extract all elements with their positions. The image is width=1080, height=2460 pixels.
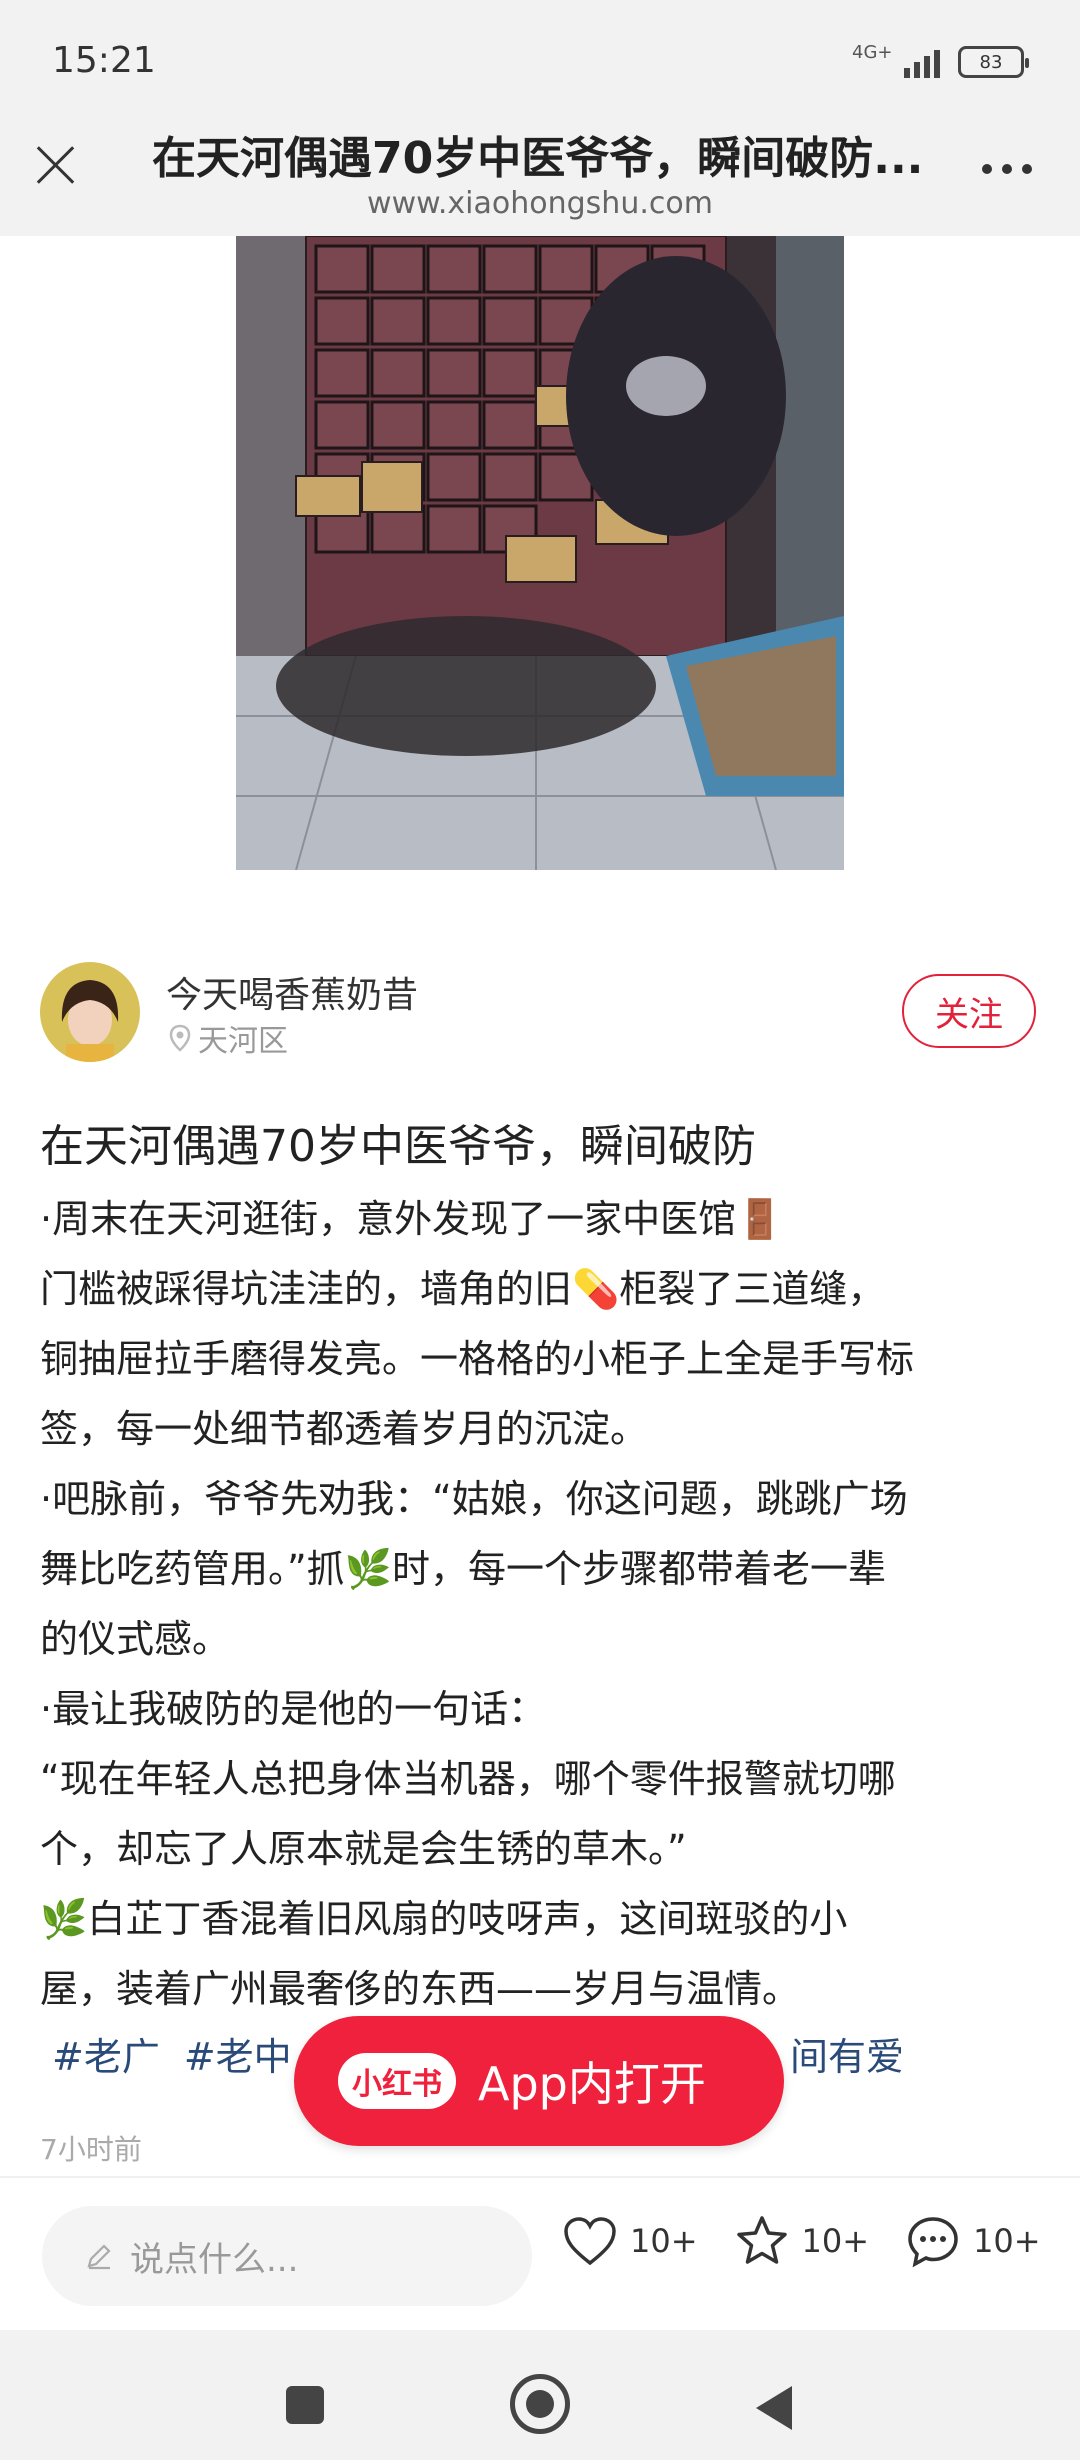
author-location-label: 天河区 — [198, 1024, 288, 1059]
hashtag-list: #老广 #老中 — [52, 2026, 292, 2081]
hashtag[interactable]: 间有爱 — [790, 2026, 904, 2081]
star-icon — [736, 2216, 787, 2264]
signal-icon — [904, 46, 940, 78]
author-name[interactable]: 今天喝香蕉奶昔 — [166, 966, 418, 1018]
status-time: 15:21 — [52, 40, 156, 81]
divider — [0, 2176, 1080, 2178]
back-icon[interactable] — [756, 2386, 792, 2430]
note-line: 铜抽屉拉手磨得发亮。一格格的小柜子上全是手写标 — [40, 1337, 915, 1381]
close-icon[interactable] — [30, 140, 80, 190]
like-button[interactable]: 10+ — [562, 2215, 698, 2267]
author-location: 天河区 — [168, 1016, 288, 1060]
note-line: 门槛被踩得坑洼洼的，墙角的旧💊柜裂了三道缝， — [40, 1267, 886, 1311]
page-title: 在天河偶遇70岁中医爷爷，瞬间破防... — [152, 133, 924, 184]
collect-count: 10+ — [801, 2222, 870, 2260]
location-pin-icon — [169, 1024, 191, 1052]
avatar[interactable] — [40, 962, 140, 1062]
comment-button[interactable]: 10+ — [905, 2214, 1041, 2268]
comment-placeholder: 说点什么... — [130, 2239, 299, 2280]
collect-button[interactable]: 10+ — [734, 2214, 870, 2268]
note-line: 🌿白芷丁香混着旧风扇的吱呀声，这间斑驳的小 — [40, 1897, 848, 1941]
hashtag[interactable]: #老广 — [52, 2026, 160, 2081]
note-line: ·吧脉前，爷爷先劝我：“姑娘，你这问题，跳跳广场 — [40, 1477, 908, 1521]
note-line: “现在年轻人总把身体当机器，哪个零件报警就切哪 — [40, 1757, 896, 1801]
heart-icon — [564, 2217, 616, 2266]
like-count: 10+ — [630, 2222, 698, 2260]
post-time: 7小时前 — [40, 2133, 142, 2166]
network-indicator: 4G+ — [852, 42, 893, 63]
note-line: ·周末在天河逛街，意外发现了一家中医馆🚪 — [40, 1197, 784, 1241]
page-url: www.xiaohongshu.com — [367, 186, 713, 221]
open-in-app-label: App内打开 — [478, 2057, 706, 2111]
more-icon[interactable] — [982, 164, 1032, 174]
open-in-app-button[interactable]: 小红书 App内打开 — [294, 2016, 784, 2146]
xiaohongshu-logo: 小红书 — [338, 2053, 456, 2109]
note-line: 屋，装着广州最奢侈的东西——岁月与温情。 — [40, 1967, 801, 2011]
note-line: 个，却忘了人原本就是会生锈的草木。” — [40, 1827, 687, 1871]
note-line: 签，每一处细节都透着岁月的沉淀。 — [40, 1407, 649, 1451]
recent-apps-icon[interactable] — [286, 2386, 324, 2424]
comment-count: 10+ — [973, 2222, 1041, 2260]
note-line: 舞比吃药管用。”抓🌿时，每一个步骤都带着老一辈 — [40, 1547, 887, 1591]
system-nav-bar — [0, 2330, 1080, 2460]
action-bar: 10+ 10+ 10+ — [562, 2214, 1041, 2268]
top-bar: 15:21 4G+ 83 在天河偶遇70岁中医爷爷，瞬间破防... www.xi… — [0, 0, 1080, 236]
pharmacy-drawers-image — [236, 236, 844, 870]
pen-icon — [87, 2244, 111, 2270]
note-body: ·周末在天河逛街，意外发现了一家中医馆🚪 门槛被踩得坑洼洼的，墙角的旧💊柜裂了三… — [40, 1184, 1050, 2024]
note-photo[interactable] — [236, 236, 844, 870]
comment-input[interactable]: 说点什么... — [42, 2206, 532, 2306]
battery-icon: 83 — [958, 46, 1029, 78]
note-line: 的仪式感。 — [40, 1617, 231, 1661]
note-line: ·最让我破防的是他的一句话： — [40, 1687, 547, 1731]
follow-button[interactable]: 关注 — [902, 974, 1036, 1048]
comment-icon — [908, 2217, 958, 2268]
status-icons: 4G+ 83 — [852, 42, 1029, 80]
home-icon[interactable] — [510, 2374, 570, 2434]
hashtag[interactable]: #老中 — [184, 2026, 292, 2081]
note-title: 在天河偶遇70岁中医爷爷，瞬间破防 — [40, 1121, 756, 1172]
